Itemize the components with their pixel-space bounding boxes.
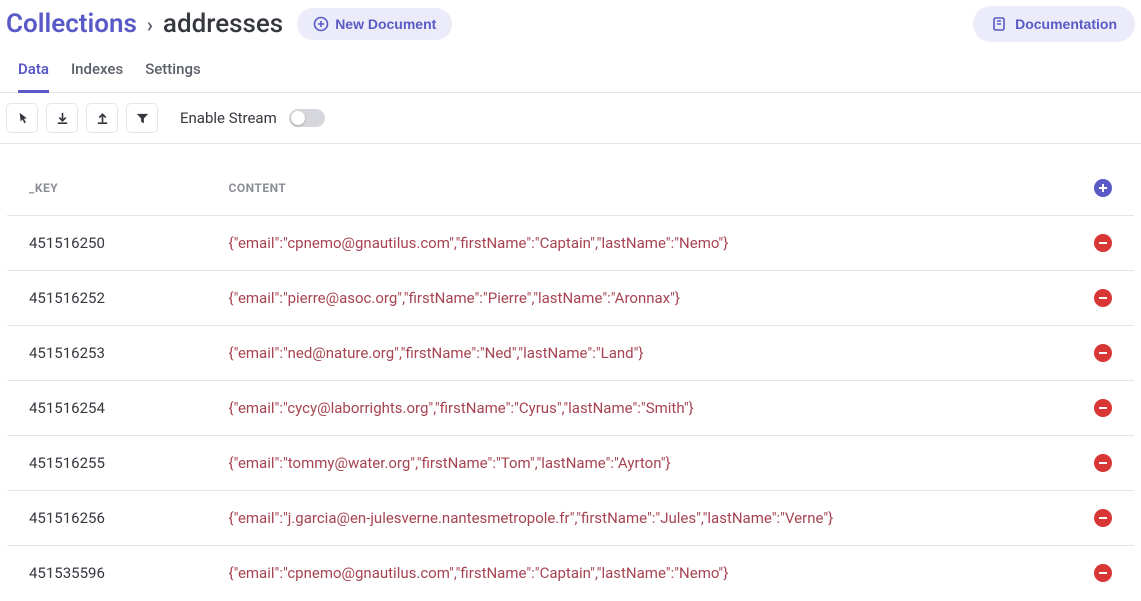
cell-action	[1055, 216, 1135, 271]
table-row[interactable]: 451516250 {"email":"cpnemo@gnautilus.com…	[7, 216, 1135, 271]
minus-icon	[1098, 348, 1108, 358]
tab-settings[interactable]: Settings	[145, 60, 201, 93]
cell-key: 451516254	[7, 381, 207, 436]
column-header-action	[1055, 161, 1135, 216]
add-column-button[interactable]	[1094, 179, 1112, 197]
download-icon	[55, 111, 70, 126]
cell-key: 451535596	[7, 546, 207, 601]
cell-content: {"email":"j.garcia@en-julesverne.nantesm…	[207, 491, 1055, 546]
table-row[interactable]: 451535596 {"email":"cpnemo@gnautilus.com…	[7, 546, 1135, 601]
breadcrumb-root[interactable]: Collections	[6, 9, 137, 39]
breadcrumb-current: addresses	[163, 9, 283, 39]
documentation-label: Documentation	[1015, 16, 1117, 32]
cell-action	[1055, 546, 1135, 601]
minus-icon	[1098, 293, 1108, 303]
data-table: _KEY CONTENT 451516250 {"email":"cpnemo@…	[6, 160, 1135, 601]
cell-action	[1055, 326, 1135, 381]
plus-icon	[1098, 183, 1108, 193]
tab-data[interactable]: Data	[18, 60, 49, 93]
chevron-right-icon: ›	[147, 13, 153, 37]
documentation-button[interactable]: Documentation	[973, 6, 1135, 42]
delete-row-button[interactable]	[1094, 454, 1112, 472]
cell-action	[1055, 381, 1135, 436]
minus-icon	[1098, 403, 1108, 413]
cell-key: 451516255	[7, 436, 207, 491]
minus-icon	[1098, 458, 1108, 468]
column-header-content[interactable]: CONTENT	[207, 161, 1055, 216]
cell-content: {"email":"tommy@water.org","firstName":"…	[207, 436, 1055, 491]
tab-indexes[interactable]: Indexes	[71, 60, 123, 93]
plus-circle-icon	[313, 16, 329, 32]
cell-action	[1055, 271, 1135, 326]
filter-button[interactable]	[126, 103, 158, 133]
delete-row-button[interactable]	[1094, 344, 1112, 362]
cell-content: {"email":"ned@nature.org","firstName":"N…	[207, 326, 1055, 381]
table-row[interactable]: 451516256 {"email":"j.garcia@en-julesver…	[7, 491, 1135, 546]
cell-action	[1055, 491, 1135, 546]
delete-row-button[interactable]	[1094, 289, 1112, 307]
delete-row-button[interactable]	[1094, 509, 1112, 527]
new-document-label: New Document	[335, 16, 436, 32]
enable-stream-label: Enable Stream	[180, 109, 277, 127]
cell-key: 451516253	[7, 326, 207, 381]
cell-key: 451516256	[7, 491, 207, 546]
enable-stream-control: Enable Stream	[180, 109, 325, 127]
download-button[interactable]	[46, 103, 78, 133]
enable-stream-toggle[interactable]	[289, 109, 325, 127]
table-row[interactable]: 451516255 {"email":"tommy@water.org","fi…	[7, 436, 1135, 491]
cell-content: {"email":"cpnemo@gnautilus.com","firstNa…	[207, 216, 1055, 271]
cell-content: {"email":"cycy@laborrights.org","firstNa…	[207, 381, 1055, 436]
table-row[interactable]: 451516252 {"email":"pierre@asoc.org","fi…	[7, 271, 1135, 326]
upload-icon	[95, 111, 110, 126]
delete-row-button[interactable]	[1094, 399, 1112, 417]
pointer-icon	[15, 111, 30, 126]
delete-row-button[interactable]	[1094, 564, 1112, 582]
tabs: Data Indexes Settings	[0, 42, 1141, 93]
column-header-key[interactable]: _KEY	[7, 161, 207, 216]
upload-button[interactable]	[86, 103, 118, 133]
minus-icon	[1098, 238, 1108, 248]
cell-key: 451516252	[7, 271, 207, 326]
cell-content: {"email":"pierre@asoc.org","firstName":"…	[207, 271, 1055, 326]
page-header: Collections › addresses New Document Doc…	[0, 0, 1141, 42]
minus-icon	[1098, 568, 1108, 578]
table-row[interactable]: 451516253 {"email":"ned@nature.org","fir…	[7, 326, 1135, 381]
cell-content: {"email":"cpnemo@gnautilus.com","firstNa…	[207, 546, 1055, 601]
pointer-button[interactable]	[6, 103, 38, 133]
filter-icon	[135, 111, 150, 126]
data-table-wrap: _KEY CONTENT 451516250 {"email":"cpnemo@…	[0, 144, 1141, 601]
table-row[interactable]: 451516254 {"email":"cycy@laborrights.org…	[7, 381, 1135, 436]
minus-icon	[1098, 513, 1108, 523]
breadcrumb: Collections › addresses	[6, 9, 283, 39]
cell-action	[1055, 436, 1135, 491]
cell-key: 451516250	[7, 216, 207, 271]
delete-row-button[interactable]	[1094, 234, 1112, 252]
book-icon	[991, 16, 1007, 32]
toolbar: Enable Stream	[0, 93, 1141, 144]
new-document-button[interactable]: New Document	[297, 8, 452, 40]
